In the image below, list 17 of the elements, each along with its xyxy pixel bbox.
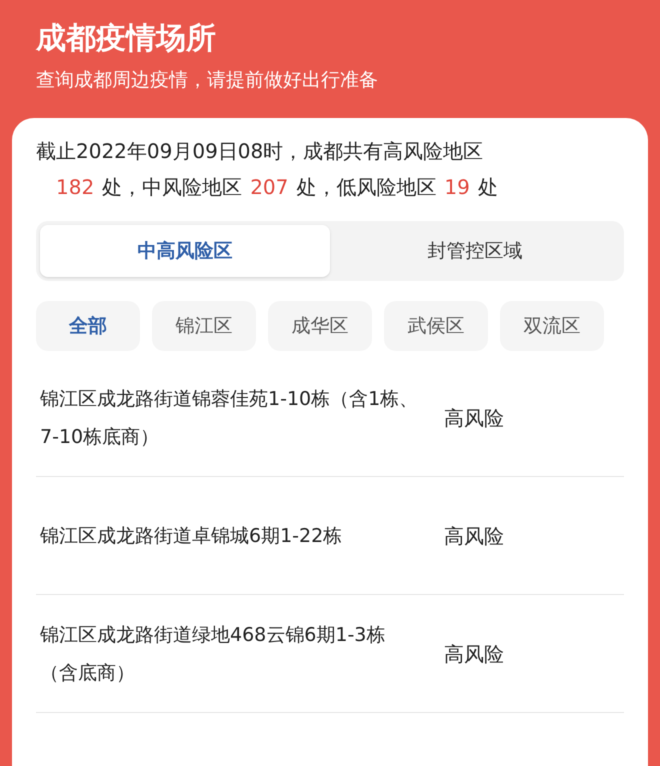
place-address: 锦江区成龙路街道卓锦城6期1-22栋 — [40, 524, 344, 548]
district-chip[interactable]: 武侯区 — [384, 301, 488, 351]
district-chip[interactable]: 成华区 — [268, 301, 372, 351]
district-chip[interactable]: 全部 — [36, 301, 140, 351]
page-title: 成都疫情场所 — [36, 20, 217, 58]
risk-level: 高风险 — [444, 640, 504, 668]
district-chip[interactable]: 锦江区 — [152, 301, 256, 351]
place-address: 锦江区成龙路街道锦蓉佳苑1-10栋（含1栋、7-10栋底商） — [40, 386, 420, 450]
place-address: 锦江区成龙路街道绿地468云锦6期1-3栋（含底商） — [40, 622, 386, 686]
tab[interactable]: 中高风险区 — [40, 225, 330, 277]
risk-level: 高风险 — [444, 404, 504, 432]
page-subtitle: 查询成都周边疫情，请提前做好出行准备 — [36, 68, 379, 92]
risk-level: 高风险 — [444, 522, 504, 550]
district-chip[interactable]: 双流区 — [500, 301, 604, 351]
summary-line: 截止2022年09月09日08时，成都共有高风险地区 — [36, 138, 484, 165]
risk-count-summary: 182 处，中风险地区 207 处，低风险地区 19 处 — [55, 174, 499, 200]
tab[interactable]: 封管控区域 — [330, 225, 620, 277]
